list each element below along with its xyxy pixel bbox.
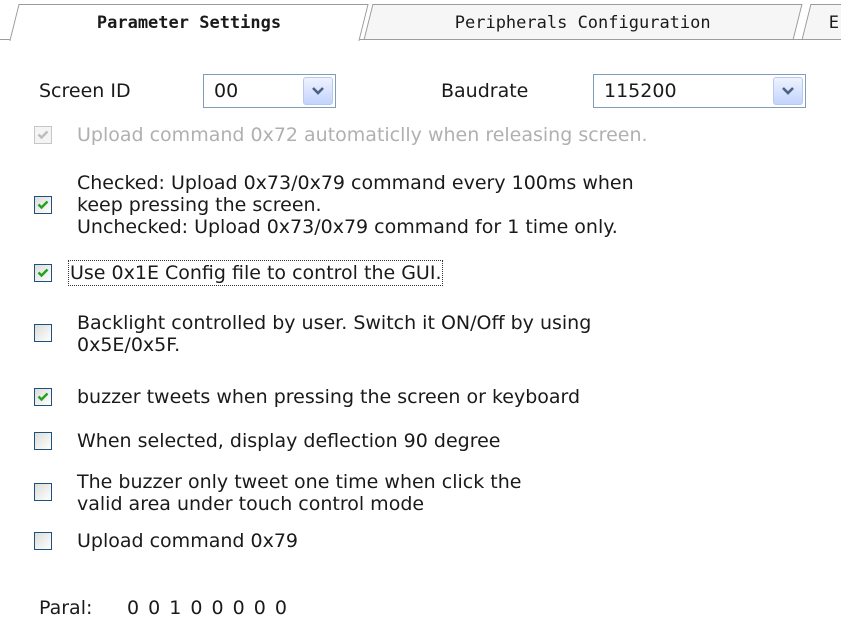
checkmark-icon <box>37 200 49 210</box>
screen-id-select[interactable]: 00 <box>203 74 336 108</box>
baudrate-dropdown-button[interactable] <box>773 77 803 105</box>
continuous-upload-label-line2: keep pressing the screen. <box>77 194 322 216</box>
screen-id-dropdown-button[interactable] <box>303 77 333 105</box>
config-file-gui-label: Use 0x1E Config file to control the GUI. <box>67 260 444 286</box>
buzzer-once-checkbox[interactable] <box>34 483 52 501</box>
buzzer-once-label-line2: valid area under touch control mode <box>77 493 425 515</box>
chevron-down-icon <box>312 87 324 95</box>
checkmark-icon <box>37 268 49 278</box>
tab-label: E <box>828 12 840 33</box>
tab-overflow[interactable]: E <box>801 4 841 40</box>
backlight-user-control-checkbox[interactable] <box>34 324 52 342</box>
buzzer-tweets-checkbox[interactable] <box>34 388 52 406</box>
tab-strip: Peripherals Configuration E Parameter Se… <box>0 0 841 41</box>
continuous-upload-checkbox[interactable] <box>34 196 52 214</box>
config-file-gui-checkbox[interactable] <box>34 264 52 282</box>
tab-label: Peripherals Configuration <box>454 12 711 33</box>
baudrate-value: 115200 <box>604 80 677 102</box>
buzzer-once-label-line1: The buzzer only tweet one time when clic… <box>77 471 522 493</box>
auto-upload-0x72-label: Upload command 0x72 automaticlly when re… <box>77 124 648 146</box>
checkmark-icon <box>37 130 49 140</box>
paral-label: Paral: <box>39 597 93 619</box>
baudrate-label: Baudrate <box>441 80 529 102</box>
display-deflection-checkbox[interactable] <box>34 432 52 450</box>
continuous-upload-label-line1: Checked: Upload 0x73/0x79 command every … <box>77 172 634 194</box>
auto-upload-0x72-checkbox <box>34 126 52 144</box>
screen-id-value: 00 <box>214 80 239 102</box>
backlight-user-control-label-line2: 0x5E/0x5F. <box>77 334 181 356</box>
upload-0x79-checkbox[interactable] <box>34 532 52 550</box>
backlight-user-control-label-line1: Backlight controlled by user. Switch it … <box>77 312 592 334</box>
baudrate-select[interactable]: 115200 <box>593 74 806 108</box>
paral-value: 0 0 1 0 0 0 0 0 <box>127 597 287 619</box>
tab-peripherals-configuration[interactable]: Peripherals Configuration <box>363 4 803 40</box>
display-deflection-label: When selected, display deflection 90 deg… <box>77 430 501 452</box>
checkmark-icon <box>37 392 49 402</box>
upload-0x79-label: Upload command 0x79 <box>77 530 298 552</box>
tab-parameter-settings[interactable]: Parameter Settings <box>9 4 369 41</box>
chevron-down-icon <box>782 87 794 95</box>
screen-id-label: Screen ID <box>39 80 131 102</box>
tab-label: Parameter Settings <box>96 13 281 33</box>
continuous-upload-label-line3: Unchecked: Upload 0x73/0x79 command for … <box>77 216 618 238</box>
buzzer-tweets-label: buzzer tweets when pressing the screen o… <box>77 386 581 408</box>
